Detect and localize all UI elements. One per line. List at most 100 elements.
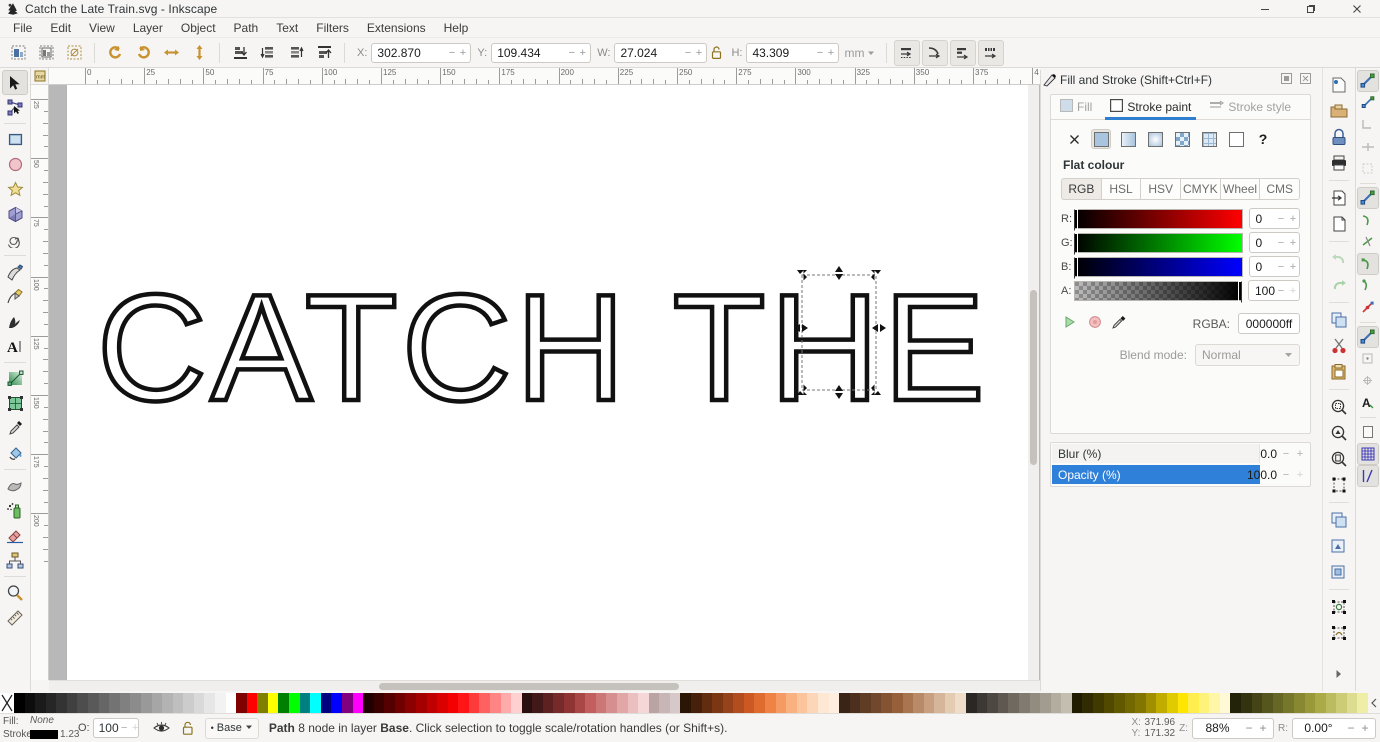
transform-gradients-toggle[interactable] <box>950 39 977 66</box>
palette-swatch[interactable] <box>1177 693 1189 713</box>
paint-bucket-tool[interactable] <box>2 441 28 466</box>
palette-swatch[interactable] <box>595 693 607 713</box>
palette-swatch[interactable] <box>56 693 67 713</box>
channel-b-slider[interactable] <box>1074 256 1243 279</box>
print-button[interactable] <box>1326 150 1352 176</box>
pattern-button[interactable] <box>1172 129 1192 149</box>
zoom-selection-bbox-button[interactable] <box>1326 472 1352 498</box>
raise-to-top-button[interactable] <box>311 40 337 66</box>
horizontal-ruler[interactable]: 0 25 50 75 100 125 150 175 200 225 250 275 300 325 350… <box>49 68 1040 85</box>
palette-swatch[interactable] <box>923 693 935 713</box>
object-properties-button[interactable] <box>1326 594 1352 620</box>
duplicate-button[interactable] <box>1326 507 1352 533</box>
undo-button[interactable] <box>1326 246 1352 272</box>
rectangle-tool[interactable] <box>2 127 28 152</box>
palette-swatch[interactable] <box>500 693 512 713</box>
save-document-button[interactable] <box>1326 124 1352 150</box>
palette-swatch[interactable] <box>775 693 787 713</box>
text-tool[interactable]: A <box>2 334 28 359</box>
palette-swatch[interactable] <box>130 693 141 713</box>
star-tool[interactable] <box>2 177 28 202</box>
pen-tool[interactable] <box>2 259 28 284</box>
menu-help[interactable]: Help <box>435 19 478 37</box>
palette-swatch[interactable] <box>1050 693 1062 713</box>
scale-stroke-toggle[interactable] <box>894 39 921 66</box>
palette-swatch[interactable] <box>638 693 649 713</box>
palette-swatch[interactable] <box>363 693 374 713</box>
palette-swatch[interactable] <box>796 693 808 713</box>
dock-close-icon[interactable] <box>1300 73 1311 87</box>
tab-fill[interactable]: Fill <box>1051 95 1101 119</box>
palette-swatch[interactable] <box>1188 693 1199 713</box>
palette-swatch[interactable] <box>1283 693 1294 713</box>
palette-swatch[interactable] <box>1336 693 1347 713</box>
palette-swatch[interactable] <box>384 693 395 713</box>
x-spinner[interactable]: − + <box>446 47 468 59</box>
snap-smooth-node-toggle[interactable] <box>1357 275 1379 297</box>
calligraphy-tool[interactable] <box>2 309 28 334</box>
status-stroke-swatch[interactable] <box>30 729 58 739</box>
channel-r-slider[interactable] <box>1074 208 1243 231</box>
rgba-input[interactable]: 000000ff <box>1238 313 1300 334</box>
unknown-paint-button[interactable] <box>1226 129 1246 149</box>
linear-gradient-button[interactable] <box>1118 129 1138 149</box>
palette-swatch[interactable] <box>162 693 173 713</box>
swatch-button[interactable] <box>1199 129 1219 149</box>
channel-b-input[interactable]: 0 − + <box>1248 256 1301 277</box>
palette-swatch[interactable] <box>1293 693 1305 713</box>
snap-master-toggle[interactable] <box>1357 70 1379 92</box>
w-input[interactable]: 27.024 − + <box>614 42 708 63</box>
layer-selector[interactable]: • Base <box>204 717 259 739</box>
palette-swatch[interactable] <box>468 693 480 713</box>
menu-extensions[interactable]: Extensions <box>358 19 435 37</box>
mesh-tool[interactable] <box>2 391 28 416</box>
menu-file[interactable]: File <box>4 19 41 37</box>
palette-swatch[interactable] <box>1029 693 1041 713</box>
palette-swatch[interactable] <box>1198 693 1210 713</box>
palette-swatch[interactable] <box>45 693 57 713</box>
palette-swatch[interactable] <box>172 693 184 713</box>
y-input[interactable]: 109.434 − + <box>491 42 592 63</box>
palette-swatch[interactable] <box>193 693 205 713</box>
pencil-tool[interactable] <box>2 284 28 309</box>
zoom-input[interactable]: 88% − + <box>1192 717 1274 739</box>
palette-swatch[interactable] <box>415 693 427 713</box>
palette-swatch[interactable] <box>352 693 364 713</box>
blur-row[interactable]: Blur (%) 0.0 − + <box>1051 443 1310 464</box>
layer-visibility-toggle[interactable] <box>149 716 175 740</box>
palette-swatch[interactable] <box>24 693 36 713</box>
palette-swatch[interactable] <box>1114 693 1125 713</box>
lock-aspect-ratio-button[interactable] <box>707 43 725 63</box>
palette-swatch[interactable] <box>532 693 543 713</box>
channel-r-input[interactable]: 0 − + <box>1248 208 1301 229</box>
palette-swatch[interactable] <box>574 693 586 713</box>
channel-b-spinner[interactable]: − + <box>1275 261 1299 273</box>
palette-swatch[interactable] <box>140 693 152 713</box>
palette-swatch[interactable] <box>77 693 89 713</box>
palette-swatch[interactable] <box>691 693 702 713</box>
palette-swatch[interactable] <box>437 693 448 713</box>
horizontal-scroll-thumb[interactable] <box>379 683 679 690</box>
select-all-in-layers-button[interactable] <box>33 40 59 66</box>
palette-swatch[interactable] <box>722 693 734 713</box>
zoom-selection-button[interactable] <box>1326 394 1352 420</box>
color-mode-cmyk[interactable]: CMYK <box>1180 178 1220 200</box>
blend-mode-select[interactable]: Normal <box>1195 344 1300 366</box>
snap-rotation-center-toggle[interactable] <box>1357 370 1379 392</box>
palette-swatch[interactable] <box>405 693 416 713</box>
palette-swatch[interactable] <box>902 693 914 713</box>
palette-swatch[interactable] <box>447 693 459 713</box>
palette-swatch[interactable] <box>1304 693 1316 713</box>
palette-swatch[interactable] <box>1061 693 1072 713</box>
palette-swatch[interactable] <box>1092 693 1104 713</box>
palette-swatch[interactable] <box>299 693 311 713</box>
palette-swatch[interactable] <box>870 693 882 713</box>
zoom-drawing-button[interactable] <box>1326 420 1352 446</box>
color-mode-hsv[interactable]: HSV <box>1140 178 1181 200</box>
paint-help-button[interactable]: ? <box>1253 129 1273 149</box>
rotation-input[interactable]: 0.00° − + <box>1292 717 1376 739</box>
flip-vertical-button[interactable] <box>186 40 212 66</box>
h-spinner[interactable]: − + <box>814 47 836 59</box>
palette-swatch[interactable] <box>659 693 670 713</box>
snap-bbox-edge-toggle[interactable] <box>1357 136 1379 158</box>
